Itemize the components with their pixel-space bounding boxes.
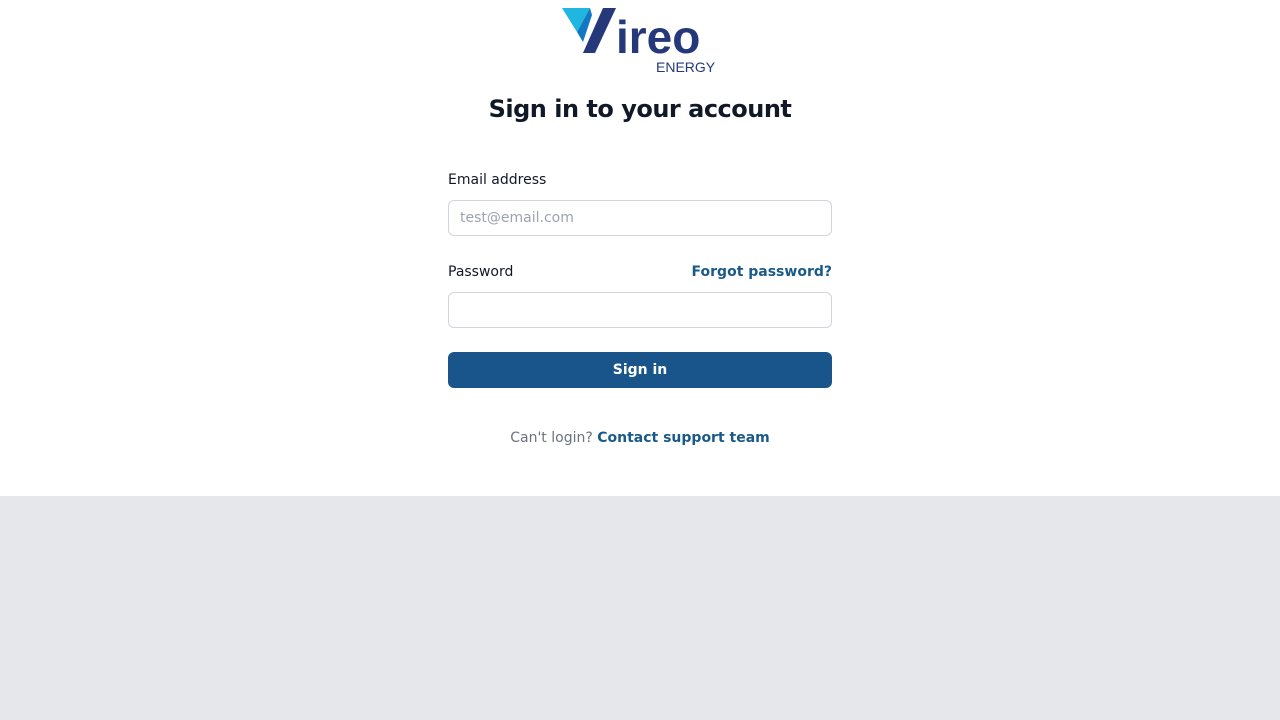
vireo-energy-logo: ireo ENERGY — [562, 6, 722, 76]
support-prefix: Can't login? — [510, 430, 593, 446]
page-title: Sign in to your account — [488, 95, 792, 123]
contact-support-link[interactable]: Contact support team — [597, 430, 770, 446]
logo-mark: ireo ENERGY — [562, 8, 716, 75]
logo-subtitle: ENERGY — [656, 59, 716, 75]
email-label: Email address — [448, 172, 547, 188]
support-line: Can't login? Contact support team — [0, 426, 1280, 450]
password-field[interactable] — [448, 292, 832, 328]
logo-wordmark: ireo — [616, 11, 700, 63]
forgot-password-link[interactable]: Forgot password? — [692, 260, 832, 284]
login-panel: ireo ENERGY Sign in to your account Emai… — [0, 0, 1280, 496]
email-field[interactable] — [448, 200, 832, 236]
password-label: Password — [448, 264, 514, 280]
sign-in-button[interactable]: Sign in — [448, 352, 832, 388]
